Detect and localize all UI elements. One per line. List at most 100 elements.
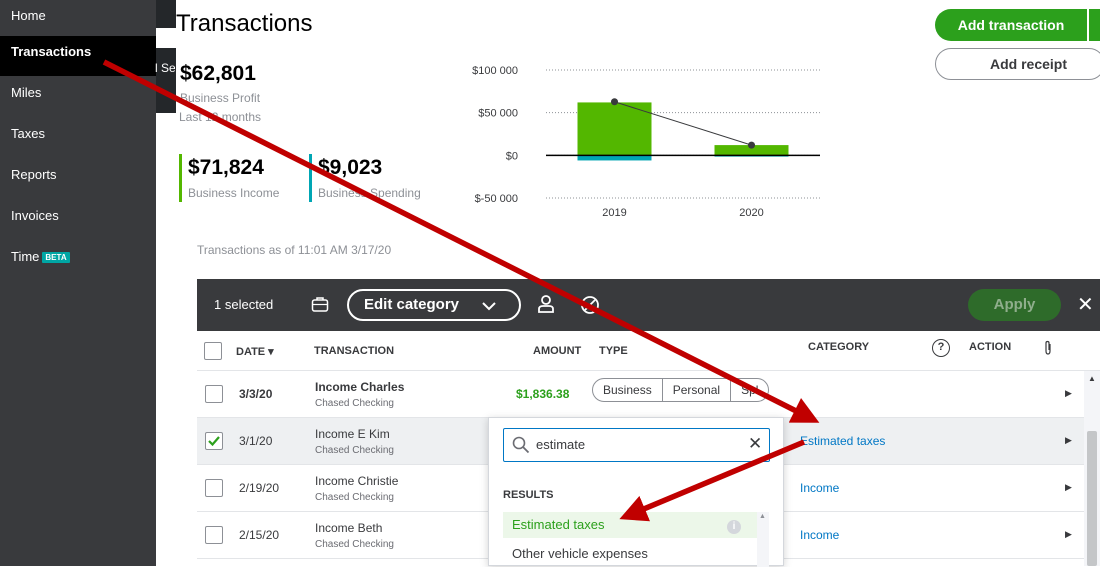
- type-column-header: TYPE: [599, 345, 628, 357]
- profit-value: $62,801: [180, 62, 256, 85]
- apply-button[interactable]: Apply: [968, 289, 1061, 321]
- chevron-down-icon: [482, 302, 496, 311]
- sidebar-item-label: Transactions: [11, 44, 92, 59]
- search-icon: [512, 436, 530, 454]
- add-transaction-dropdown[interactable]: [1088, 9, 1100, 41]
- results-label: RESULTS: [503, 489, 554, 501]
- exclude-icon[interactable]: [580, 295, 600, 315]
- row-transaction-name: Income Charles: [315, 380, 405, 394]
- row-amount: $1,836.38: [516, 387, 570, 401]
- briefcase-icon[interactable]: [311, 295, 329, 313]
- transaction-column-header: TRANSACTION: [314, 345, 395, 357]
- sidebar-item-transactions[interactable]: Transactions: [0, 36, 156, 76]
- income-indicator: [179, 154, 182, 202]
- table-row[interactable]: 3/3/20 Income Charles Chased Checking $1…: [197, 371, 1084, 418]
- sidebar-item-invoices[interactable]: Invoices: [0, 200, 156, 240]
- scroll-up-icon[interactable]: ▲: [1088, 374, 1096, 383]
- type-split-option[interactable]: Spl: [731, 379, 768, 401]
- row-account: Chased Checking: [315, 539, 394, 550]
- spending-value: $9,023: [318, 156, 383, 179]
- type-personal-option[interactable]: Personal: [663, 379, 732, 401]
- date-column-header[interactable]: DATE ▾: [236, 345, 274, 358]
- chart-y-tick-label: $-50 000: [475, 193, 518, 205]
- sidebar-item-reports[interactable]: Reports: [0, 159, 156, 199]
- bulk-action-toolbar: 1 selected Edit category Apply ✕: [197, 279, 1100, 331]
- row-checkbox[interactable]: [205, 385, 223, 403]
- category-dropdown: ✕ RESULTS Estimated taxes i Other vehicl…: [488, 417, 784, 567]
- option-other-vehicle-expenses[interactable]: Other vehicle expenses: [503, 541, 769, 567]
- sidebar-item-taxes[interactable]: Taxes: [0, 118, 156, 158]
- chart-y-tick-label: $0: [506, 150, 518, 162]
- chart-profit-point: [748, 141, 755, 149]
- profit-chart: $100 000 $50 000 $0 $-50 000 2019 2020: [472, 65, 820, 219]
- table-scrollbar[interactable]: ▲: [1084, 371, 1100, 566]
- row-account: Chased Checking: [315, 492, 394, 503]
- sidebar-item-label: Taxes: [11, 126, 45, 141]
- select-all-checkbox[interactable]: [204, 342, 222, 360]
- flyout-partial-text: l Se: [155, 61, 175, 75]
- scroll-up-icon[interactable]: ▲: [759, 513, 766, 520]
- chart-x-tick-label: 2020: [739, 207, 763, 219]
- action-column-header: ACTION: [969, 341, 1012, 353]
- chart-y-tick-label: $100 000: [472, 65, 518, 77]
- sidebar-item-label: Time: [11, 249, 40, 264]
- table-header: DATE ▾ TRANSACTION AMOUNT TYPE CATEGORY …: [197, 331, 1100, 371]
- flyout-stub: [156, 48, 176, 113]
- flyout-stub: [156, 0, 176, 28]
- chart-y-tick-label: $50 000: [478, 108, 518, 120]
- profit-label: Business Profit: [180, 91, 261, 105]
- expand-row-icon[interactable]: ▶: [1065, 482, 1072, 493]
- sidebar-item-time[interactable]: Time BETA: [0, 241, 156, 281]
- row-category[interactable]: Income: [800, 481, 839, 495]
- sidebar-item-label: Home: [11, 8, 46, 23]
- category-search-input[interactable]: [536, 437, 736, 452]
- beta-badge: BETA: [42, 252, 70, 263]
- spending-label: Business Spending: [318, 186, 421, 200]
- row-category[interactable]: Estimated taxes: [800, 434, 885, 448]
- add-transaction-button[interactable]: Add transaction: [935, 9, 1087, 41]
- page-title: Transactions: [176, 10, 313, 37]
- chart-x-tick-label: 2019: [602, 207, 626, 219]
- close-icon[interactable]: ✕: [1077, 292, 1094, 317]
- info-icon[interactable]: i: [727, 520, 741, 534]
- row-date: 3/1/20: [239, 434, 273, 448]
- sidebar-item-label: Reports: [11, 167, 57, 182]
- row-category[interactable]: Income: [800, 528, 839, 542]
- sidebar-item-home[interactable]: Home: [0, 0, 156, 40]
- row-account: Chased Checking: [315, 398, 394, 409]
- selected-count: 1 selected: [214, 297, 274, 312]
- scrollbar-thumb[interactable]: [1087, 431, 1097, 566]
- row-checkbox[interactable]: [205, 479, 223, 497]
- row-checkbox[interactable]: [205, 526, 223, 544]
- transactions-asof: Transactions as of 11:01 AM 3/17/20: [197, 243, 392, 257]
- paperclip-icon: [1045, 340, 1051, 355]
- row-account: Chased Checking: [315, 445, 394, 456]
- amount-column-header[interactable]: AMOUNT: [533, 345, 581, 357]
- checkmark-icon: [208, 436, 220, 447]
- income-label: Business Income: [188, 186, 280, 200]
- dropdown-scrollbar[interactable]: ▲: [757, 512, 769, 567]
- sidebar: Home Transactions Miles Taxes Reports In…: [0, 0, 156, 566]
- help-icon[interactable]: ?: [932, 339, 950, 357]
- chart-bar: [577, 155, 652, 161]
- person-icon[interactable]: [537, 294, 555, 314]
- type-business-option[interactable]: Business: [593, 379, 663, 401]
- expand-row-icon[interactable]: ▶: [1065, 529, 1072, 540]
- row-date: 3/3/20: [239, 387, 273, 401]
- edit-category-button[interactable]: Edit category: [347, 289, 521, 321]
- profit-period: Last 12 months: [179, 110, 262, 124]
- sidebar-item-miles[interactable]: Miles: [0, 77, 156, 117]
- expand-row-icon[interactable]: ▶: [1065, 388, 1072, 399]
- row-transaction-name: Income Christie: [315, 474, 399, 488]
- row-date: 2/15/20: [239, 528, 280, 542]
- row-transaction-name: Income Beth: [315, 521, 383, 535]
- expand-row-icon[interactable]: ▶: [1065, 435, 1072, 446]
- add-receipt-button[interactable]: Add receipt: [935, 48, 1100, 80]
- type-toggle[interactable]: Business Personal Spl: [592, 378, 770, 402]
- edit-category-label: Edit category: [364, 296, 460, 313]
- row-checkbox-checked[interactable]: [205, 432, 223, 450]
- row-date: 2/19/20: [239, 481, 280, 495]
- clear-search-icon[interactable]: ✕: [748, 434, 762, 454]
- category-search-field[interactable]: ✕: [503, 428, 770, 462]
- category-column-header: CATEGORY: [808, 341, 870, 353]
